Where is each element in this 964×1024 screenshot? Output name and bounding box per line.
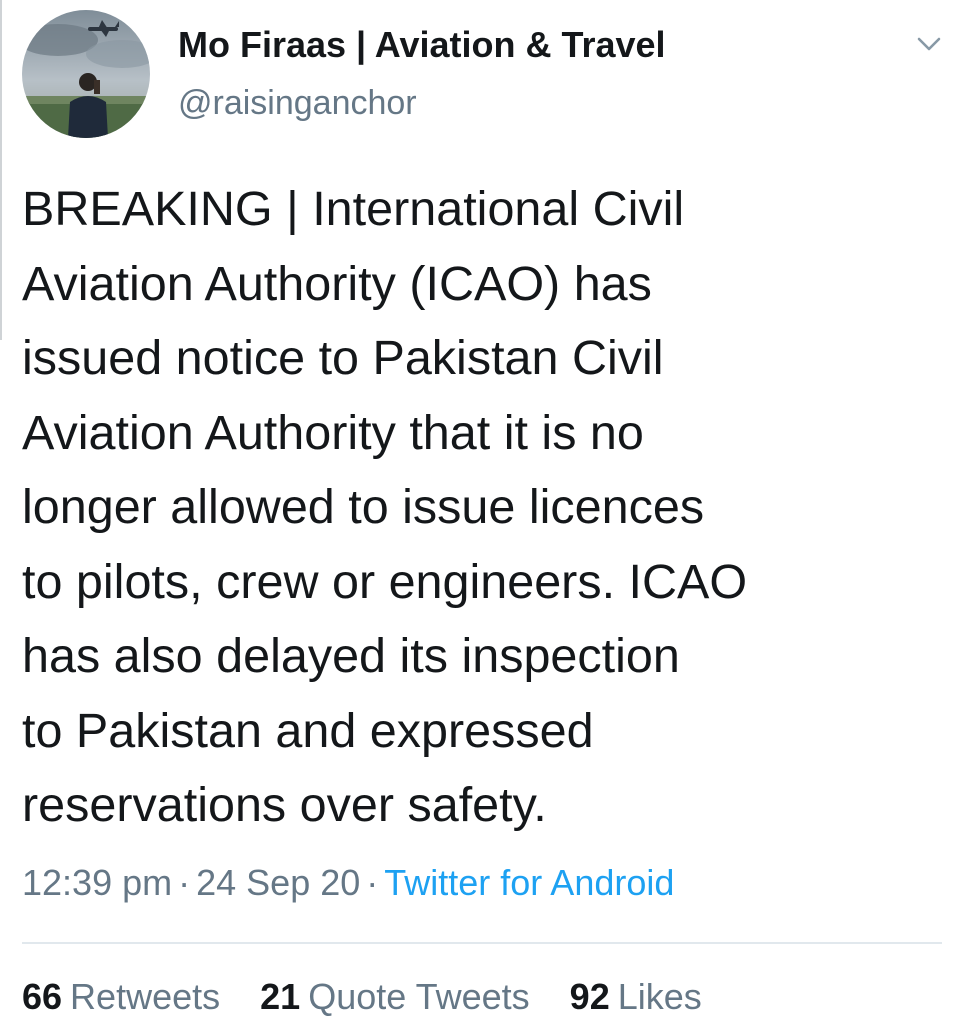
likes-stat[interactable]: 92 Likes xyxy=(570,976,702,1017)
retweets-label: Retweets xyxy=(70,976,221,1017)
avatar-photo-icon xyxy=(22,10,150,138)
likes-count: 92 xyxy=(569,976,610,1017)
author-handle[interactable]: @raisinganchor xyxy=(178,84,417,123)
retweets-stat[interactable]: 66 Retweets xyxy=(22,976,220,1017)
quote-tweets-label: Quote Tweets xyxy=(308,976,530,1017)
left-edge-line xyxy=(0,0,2,340)
retweets-count: 66 xyxy=(22,976,63,1017)
meta-separator: · xyxy=(366,862,379,903)
quote-tweets-count: 21 xyxy=(260,976,301,1017)
tweet-meta: 12:39 pm · 24 Sep 20 · Twitter for Android xyxy=(22,862,674,904)
tweet-header: Mo Firaas | Aviation & Travel @raisingan… xyxy=(22,10,952,140)
chevron-down-icon[interactable] xyxy=(916,34,942,54)
tweet-stats: 66 Retweets 21 Quote Tweets 92 Likes xyxy=(22,976,702,1018)
avatar[interactable] xyxy=(22,10,150,138)
quote-tweets-stat[interactable]: 21 Quote Tweets xyxy=(260,976,530,1017)
author-name[interactable]: Mo Firaas | Aviation & Travel xyxy=(178,24,666,66)
meta-separator: · xyxy=(178,862,191,903)
tweet-date[interactable]: 24 Sep 20 xyxy=(196,862,360,903)
divider xyxy=(22,942,942,944)
tweet-source-link[interactable]: Twitter for Android xyxy=(384,862,674,903)
tweet-time[interactable]: 12:39 pm xyxy=(22,862,172,903)
tweet-text: BREAKING | International Civil Aviation … xyxy=(22,182,748,832)
likes-label: Likes xyxy=(617,976,702,1017)
